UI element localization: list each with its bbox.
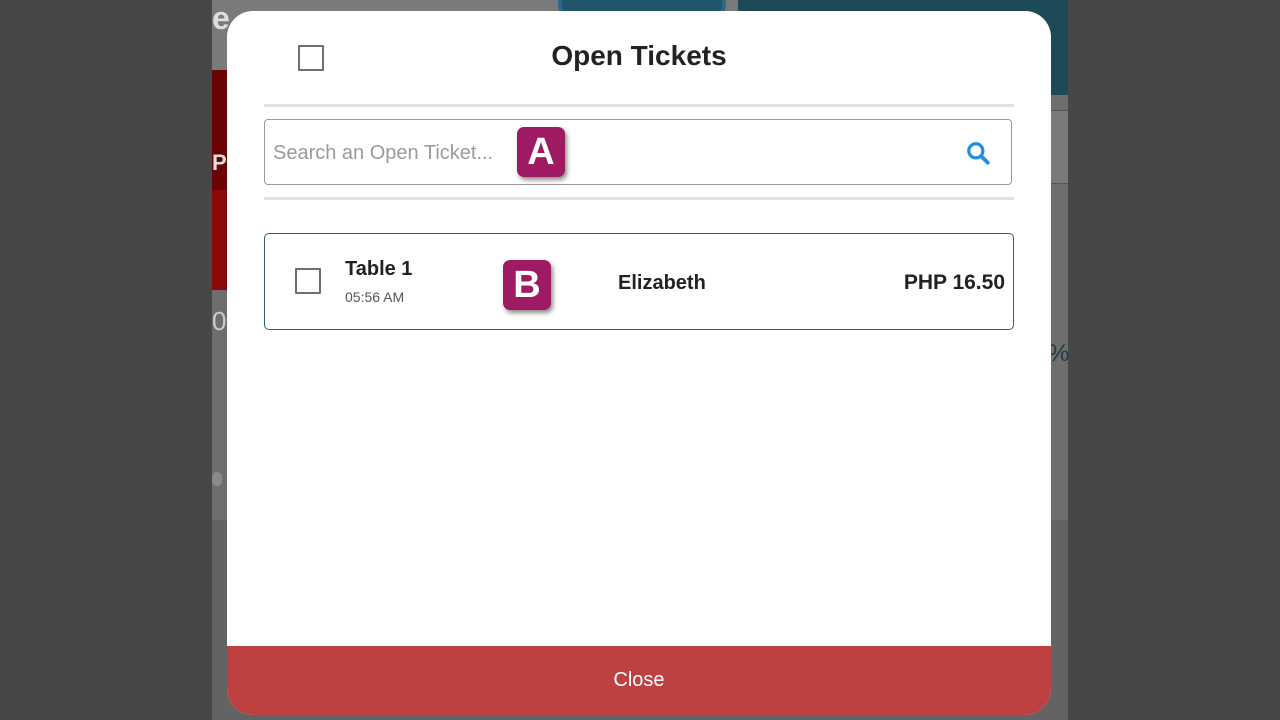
annotation-badge-b: B [503,260,551,310]
close-button[interactable]: Close [227,646,1051,715]
divider-top [264,104,1014,107]
ticket-checkbox[interactable] [295,268,321,294]
background-dot [212,472,222,486]
ticket-time: 05:56 AM [345,289,405,305]
search-input[interactable] [271,124,945,182]
modal-title: Open Tickets [551,40,727,71]
annotation-badge-a: A [517,127,565,177]
search-icon[interactable] [965,140,991,166]
divider-bottom [264,197,1014,200]
search-box [264,119,1012,185]
ticket-row[interactable]: Table 1 05:56 AM Elizabeth PHP 16.50 [264,233,1014,330]
background-right-box [1050,110,1068,184]
ticket-amount: PHP 16.50 [903,271,1005,294]
background-percent: % [1048,340,1068,367]
background-red-stripe [212,190,226,290]
open-tickets-modal: Open Tickets Table 1 05:56 AM Elizabeth … [227,11,1051,715]
background-red-text: P [212,150,227,175]
ticket-user: Elizabeth [618,272,706,294]
ticket-table-name: Table 1 [345,258,413,280]
